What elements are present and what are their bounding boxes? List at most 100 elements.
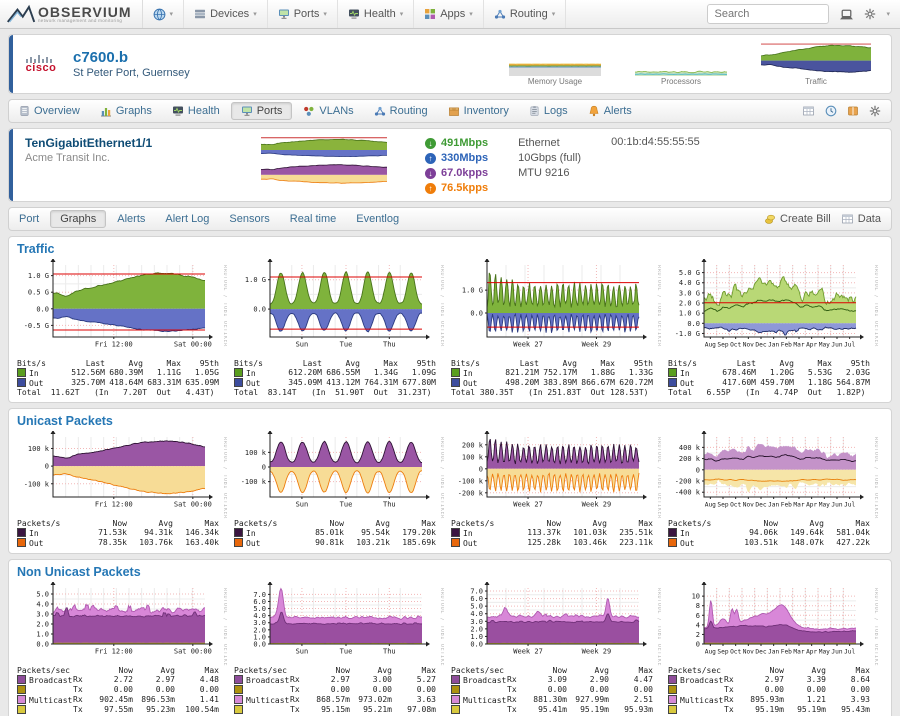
arrow-down-circle-icon: ↓	[425, 168, 436, 179]
nav-menu-devices[interactable]: Devices▾	[184, 0, 268, 28]
legend-header-cell: Now	[732, 519, 778, 528]
legend-row-label: Out	[17, 538, 81, 548]
gear-icon[interactable]	[864, 8, 876, 20]
legend-value: 4.48	[175, 675, 219, 685]
port-tab-alerts[interactable]: Alerts	[108, 211, 154, 227]
graph-traffic-year[interactable]: 5.0 G4.0 G3.0 G2.0 G1.0 G0.0-1.0 GAugSep…	[668, 259, 878, 397]
x-tick-label: Fri 12:00	[95, 341, 133, 349]
x-tick-label: Jun	[831, 649, 842, 656]
search-input[interactable]	[707, 4, 829, 24]
port-name[interactable]: TenGigabitEthernet1/1	[25, 136, 225, 150]
rrd-graph-week: 1.0 G0.0SunTueThuRRDTOOL / TOBI OETIKER	[234, 259, 444, 359]
clock-icon[interactable]	[825, 105, 837, 117]
observium-logo[interactable]: OBSERVIUM network management and monitor…	[0, 0, 143, 28]
graph-unicast-month[interactable]: 200 k100 k0-100 k-200 kWeek 27Week 29RRD…	[451, 431, 661, 548]
legend-value: 512.56M	[67, 368, 105, 378]
x-tick-label: May	[819, 649, 830, 656]
legend-value: 3.63	[392, 695, 436, 705]
port-stat-value: 330Mbps	[441, 151, 488, 166]
graph-unicast-week[interactable]: 100 k0-100 kSunTueThuRRDTOOL / TOBI OETI…	[234, 431, 444, 548]
tab-ports[interactable]: Ports	[231, 102, 293, 120]
book-icon[interactable]	[847, 105, 859, 117]
x-tick-label: Jun	[831, 342, 842, 349]
table-icon[interactable]	[802, 105, 815, 117]
device-minigraph[interactable]: Processors	[635, 58, 727, 86]
x-tick-label: Sun	[296, 648, 309, 656]
legend-value: 97.55m	[91, 705, 133, 715]
legend-header-cell: Packets/sec	[17, 666, 91, 675]
health-icon	[172, 105, 184, 117]
laptop-icon[interactable]	[839, 8, 854, 21]
tab-graphs[interactable]: Graphs	[91, 103, 161, 119]
legend-value: 8.64	[826, 675, 870, 685]
legend-value: 103.21k	[344, 538, 390, 548]
graph-unicast-day[interactable]: 100 k0-100 kFri 12:00Sat 00:00RRDTOOL / …	[17, 431, 227, 548]
device-name[interactable]: c7600.b	[73, 49, 190, 67]
tab-overview[interactable]: Overview	[10, 103, 89, 119]
tab-logs[interactable]: Logs	[520, 103, 577, 119]
legend-value: 821.21M	[501, 368, 539, 378]
legend-header-cell: Now	[515, 519, 561, 528]
device-location[interactable]: St Peter Port, Guernsey	[73, 67, 190, 79]
x-tick-label: Sat 00:00	[174, 501, 212, 509]
graph-legend: Packets/secNowAvgMaxBroadcastRx2.973.005…	[234, 666, 444, 715]
legend-header-cell: Packets/sec	[234, 666, 308, 675]
port-tabbar: PortGraphsAlertsAlert LogSensorsReal tim…	[8, 207, 892, 231]
port-stat-value: 491Mbps	[441, 136, 488, 151]
nav-menu-label: Health	[364, 8, 396, 20]
tab-routing[interactable]: Routing	[365, 103, 437, 119]
action-create-bill[interactable]: Create Bill	[764, 213, 831, 225]
port-tab-port[interactable]: Port	[10, 211, 48, 227]
port-minigraphs[interactable]	[261, 136, 387, 186]
legend-row-label: Multicast	[668, 695, 724, 705]
nav-menu-health[interactable]: Health▾	[338, 0, 414, 28]
legend-value: 3.00	[350, 675, 392, 685]
graph-nonunicast-day[interactable]: 5.04.03.02.01.00.0Fri 12:00Sat 00:00RRDT…	[17, 582, 227, 715]
graph-traffic-week[interactable]: 1.0 G0.0SunTueThuRRDTOOL / TOBI OETIKERB…	[234, 259, 444, 397]
legend-header-cell: Packets/s	[451, 519, 515, 528]
legend-value: 125.28k	[515, 538, 561, 548]
device-minigraph[interactable]: Traffic	[761, 42, 871, 86]
nav-menu-label: Ports	[294, 8, 320, 20]
graph-unicast-year[interactable]: 400 k200 k0-200 k-400 kAugSepOctNovDecJa…	[668, 431, 878, 548]
y-tick-label: -200 k	[675, 478, 701, 486]
tab-health[interactable]: Health	[163, 103, 229, 119]
action-data[interactable]: Data	[841, 213, 881, 225]
graph-nonunicast-month[interactable]: 7.06.05.04.03.02.01.00.0Week 27Week 29RR…	[451, 582, 661, 715]
port-tab-sensors[interactable]: Sensors	[220, 211, 278, 227]
legend-value: 612.20M	[284, 368, 322, 378]
nav-menu-apps[interactable]: Apps▾	[414, 0, 484, 28]
tab-inventory[interactable]: Inventory	[439, 103, 518, 119]
legend-header-cell: Last	[501, 359, 539, 368]
tab-alerts[interactable]: Alerts	[579, 103, 641, 119]
nav-menus: ▾Devices▾Ports▾Health▾Apps▾Routing▾	[143, 0, 567, 28]
chevron-down-icon: ▾	[552, 10, 556, 18]
nav-menu-routing[interactable]: Routing▾	[484, 0, 566, 28]
legend-total: Total 380.35T (In 251.83T Out 128.53T)	[451, 388, 661, 397]
legend-value: 902.45m	[91, 695, 133, 705]
legend-header-cell: Last	[67, 359, 105, 368]
graph-traffic-month[interactable]: 1.0 G0.0Week 27Week 29RRDTOOL / TOBI OET…	[451, 259, 661, 397]
gear-icon[interactable]	[869, 105, 881, 117]
arrow-up-circle-icon: ↑	[425, 183, 436, 194]
port-tab-alert-log[interactable]: Alert Log	[156, 211, 218, 227]
x-tick-label: Mar	[793, 342, 804, 349]
legend-swatch	[668, 705, 677, 714]
device-minigraph[interactable]: Memory Usage	[509, 58, 601, 86]
graph-nonunicast-year[interactable]: 1086420AugSepOctNovDecJanFebMarAprMayJun…	[668, 582, 878, 715]
x-tick-label: Sat 00:00	[174, 648, 212, 656]
graph-traffic-day[interactable]: 1.0 G0.5 G0.0-0.5 GFri 12:00Sat 00:00RRD…	[17, 259, 227, 397]
nav-menu-ports[interactable]: Ports▾	[268, 0, 338, 28]
observium-app: OBSERVIUM network management and monitor…	[0, 0, 900, 716]
tab-vlans[interactable]: VLANs	[294, 103, 362, 119]
nav-menu-globe[interactable]: ▾	[143, 0, 185, 28]
legend-direction: Tx	[290, 705, 308, 715]
port-tab-real-time[interactable]: Real time	[281, 211, 345, 227]
legend-value: 3.93	[826, 695, 870, 705]
port-tab-graphs[interactable]: Graphs	[50, 210, 106, 228]
graph-nonunicast-week[interactable]: 7.06.05.04.03.02.01.00.0SunTueThuRRDTOOL…	[234, 582, 444, 715]
port-tab-eventlog[interactable]: Eventlog	[347, 211, 408, 227]
x-tick-label: Jul	[844, 342, 855, 349]
legend-value: 3.09	[525, 675, 567, 685]
legend-value: 881.30m	[525, 695, 567, 705]
